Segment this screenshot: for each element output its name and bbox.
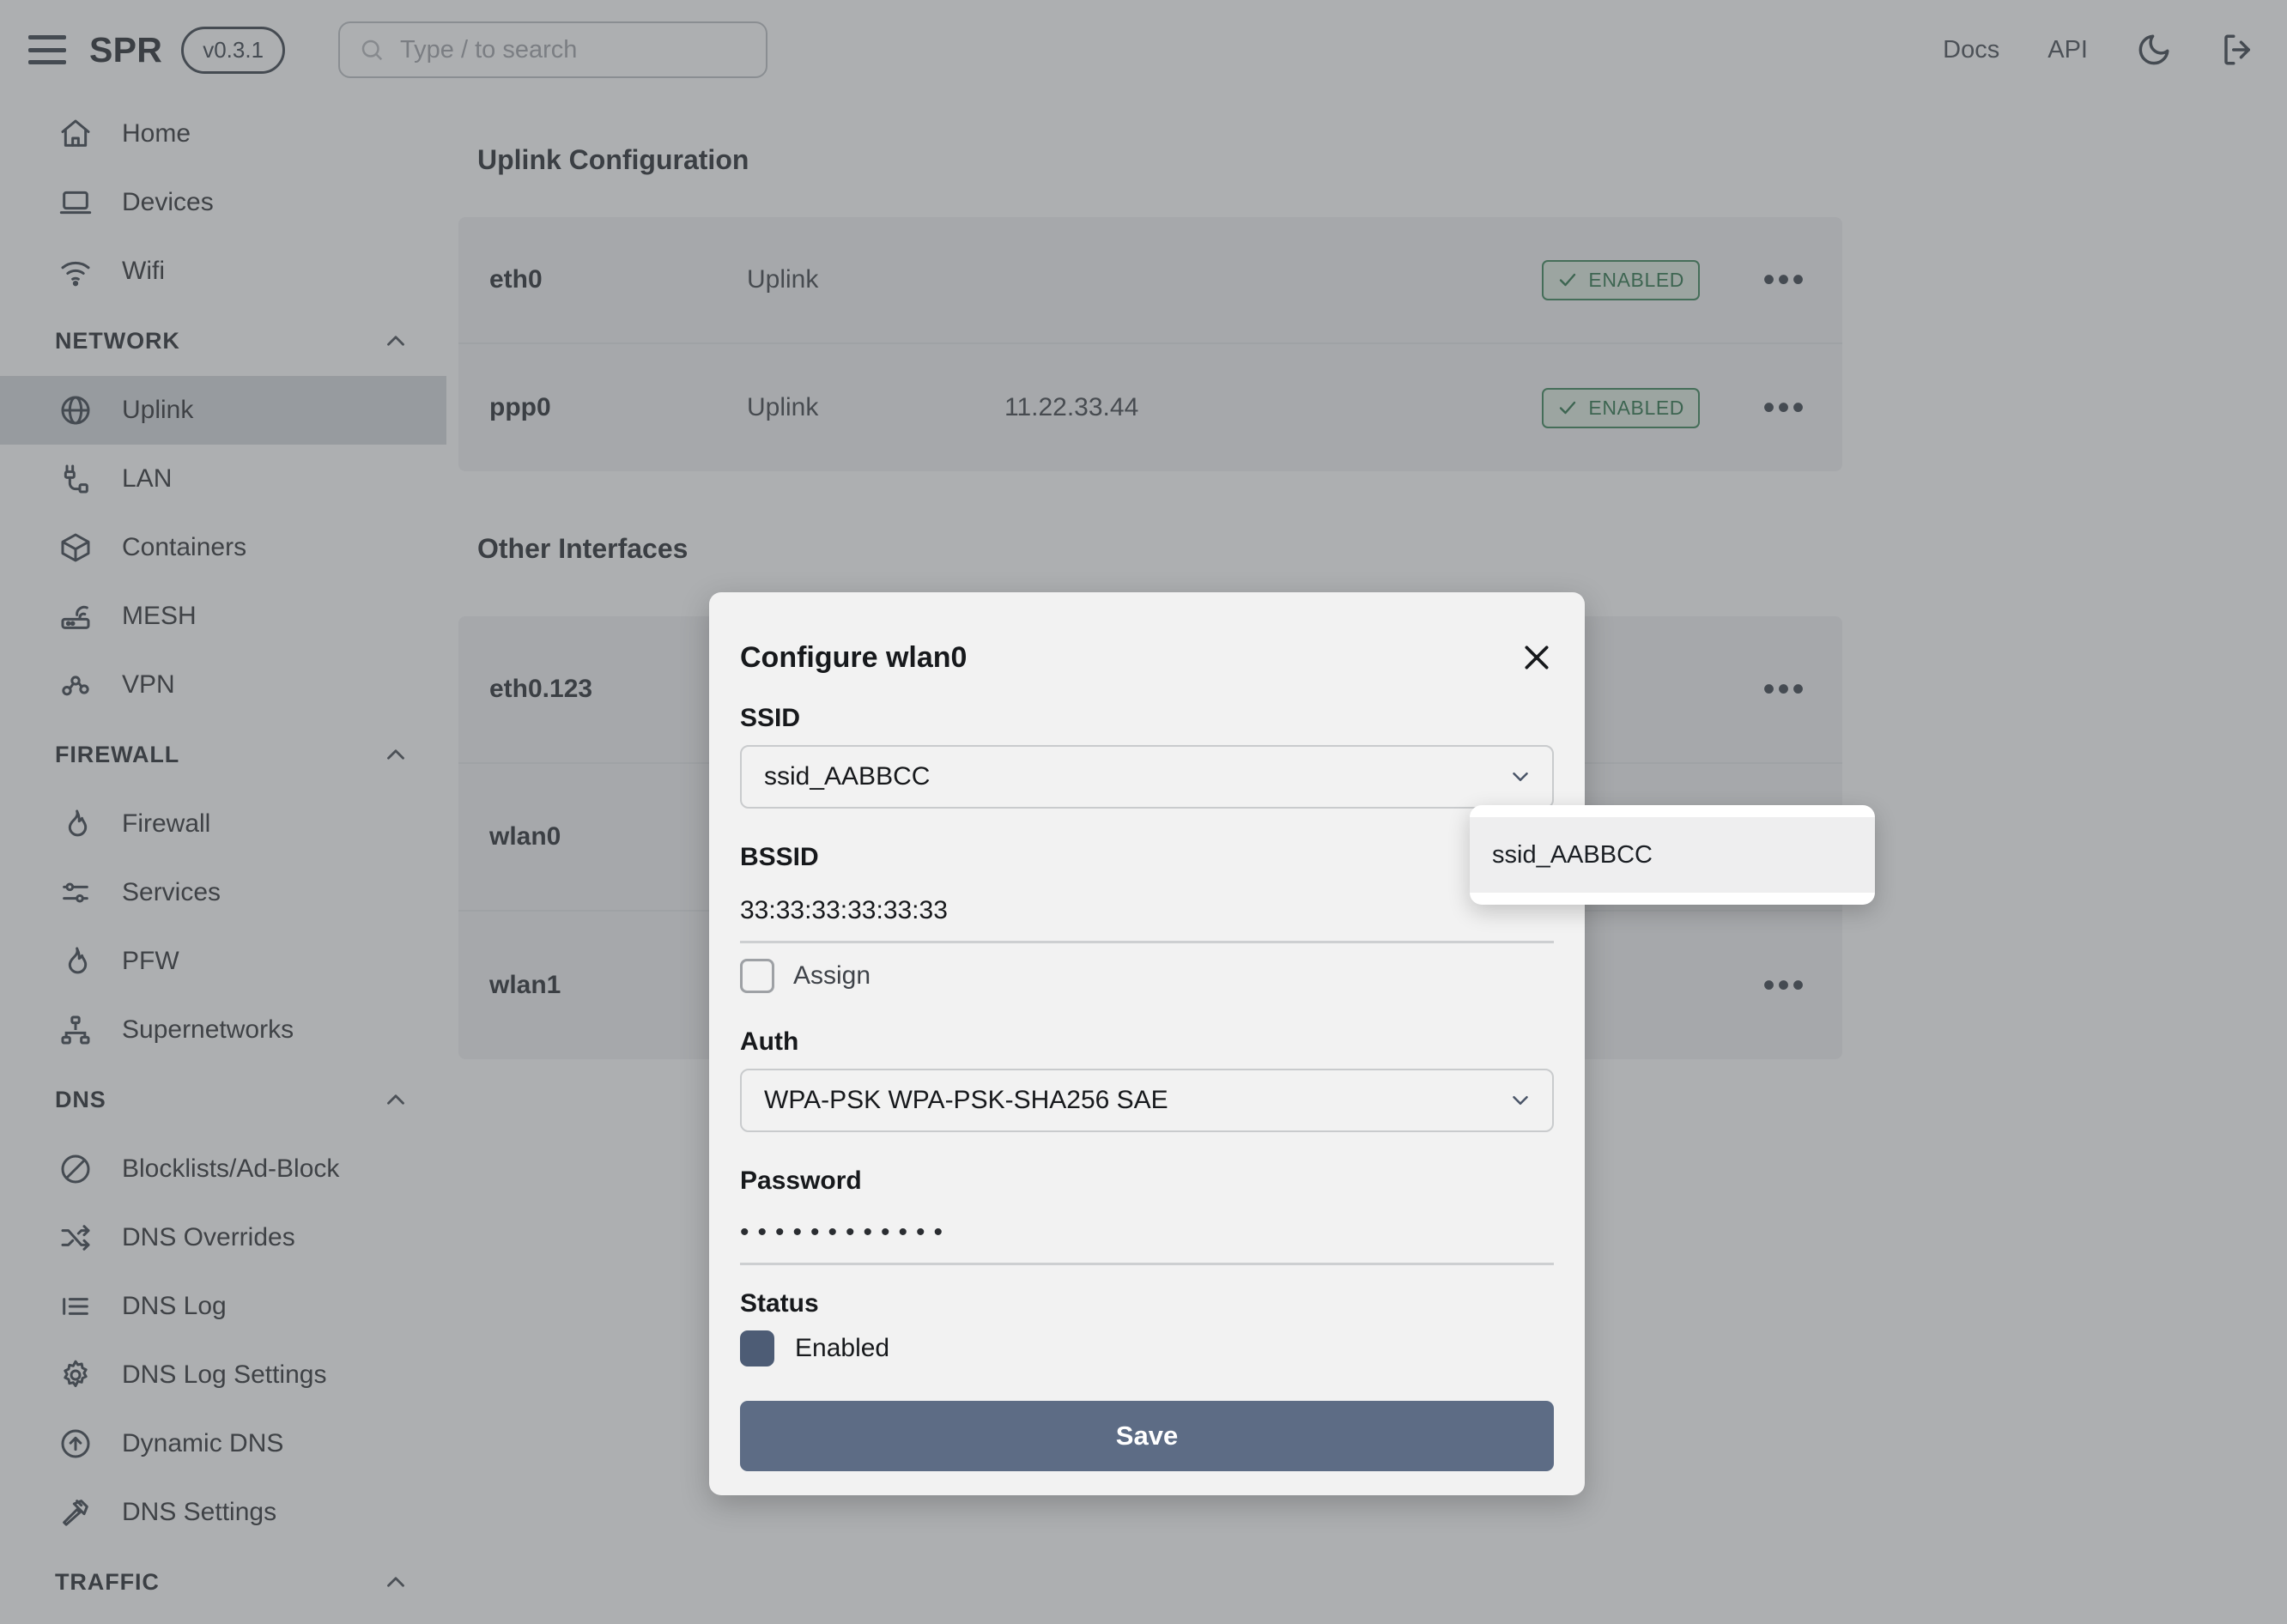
bssid-label: BSSID: [740, 843, 819, 871]
auth-value: WPA-PSK WPA-PSK-SHA256 SAE: [764, 1086, 1168, 1114]
enabled-label: Enabled: [795, 1334, 890, 1362]
ssid-dropdown-option[interactable]: ssid_AABBCC: [1470, 817, 1875, 893]
save-button[interactable]: Save: [740, 1401, 1554, 1471]
status-label: Status: [740, 1289, 819, 1318]
password-field[interactable]: ••••••••••••: [740, 1208, 1554, 1265]
assign-label: Assign: [793, 961, 871, 990]
ssid-select[interactable]: ssid_AABBCC: [740, 745, 1554, 809]
ssid-label: SSID: [740, 704, 801, 732]
close-icon[interactable]: [1520, 640, 1554, 675]
assign-checkbox-row[interactable]: Assign: [740, 959, 1554, 993]
ssid-value: ssid_AABBCC: [764, 762, 931, 791]
modal-title: Configure wlan0: [740, 640, 968, 674]
password-label: Password: [740, 1166, 862, 1195]
app-root: SPR v0.3.1 Type / to search Docs API: [0, 0, 2287, 1624]
bssid-value[interactable]: 33:33:33:33:33:33: [740, 884, 1554, 943]
chevron-down-icon: [1513, 773, 1528, 781]
assign-checkbox[interactable]: [740, 959, 774, 993]
configure-wlan0-modal: Configure wlan0 SSID ssid_AABBCC BSSID 3…: [709, 592, 1585, 1495]
auth-label: Auth: [740, 1027, 799, 1056]
ssid-dropdown-list: ssid_AABBCC: [1470, 817, 1875, 893]
modal-header: Configure wlan0: [740, 640, 1554, 675]
enabled-toggle[interactable]: [740, 1330, 774, 1366]
auth-select[interactable]: WPA-PSK WPA-PSK-SHA256 SAE: [740, 1069, 1554, 1132]
status-toggle-row[interactable]: Enabled: [740, 1330, 1554, 1366]
chevron-down-icon: [1513, 1096, 1528, 1105]
ssid-dropdown-popup: ssid_AABBCC: [1470, 805, 1875, 905]
